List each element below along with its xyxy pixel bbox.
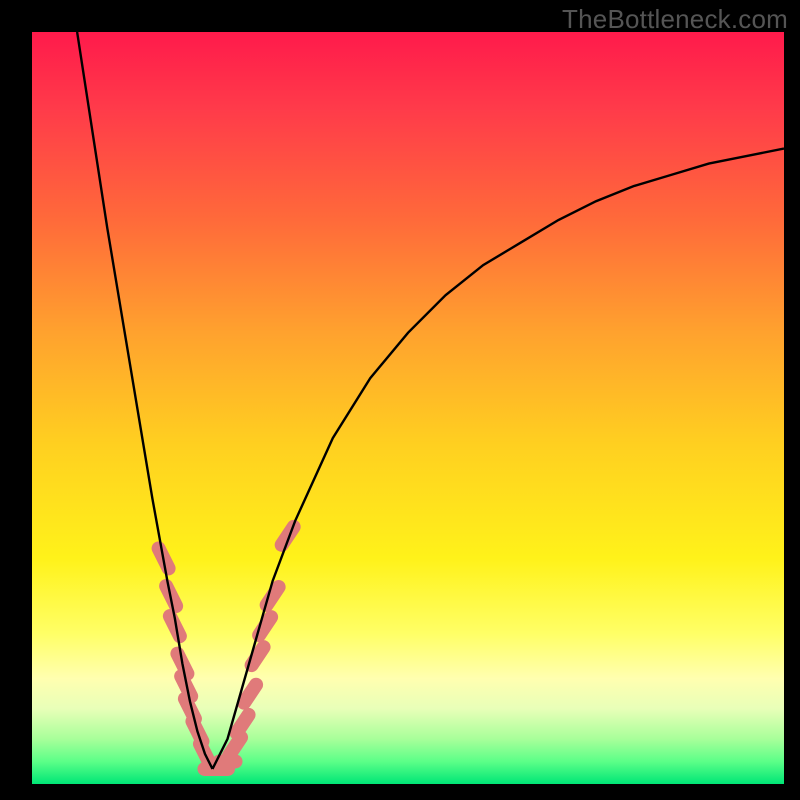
marker-dot [237, 715, 249, 733]
marker-dot [229, 737, 241, 755]
watermark-text: TheBottleneck.com [562, 4, 788, 35]
plot-area [32, 32, 784, 784]
bottleneck-curve-left [77, 32, 212, 769]
chart-frame: TheBottleneck.com [0, 0, 800, 800]
bottleneck-curve-right [212, 149, 784, 769]
marker-dot [244, 685, 256, 703]
curve-layer [32, 32, 784, 784]
